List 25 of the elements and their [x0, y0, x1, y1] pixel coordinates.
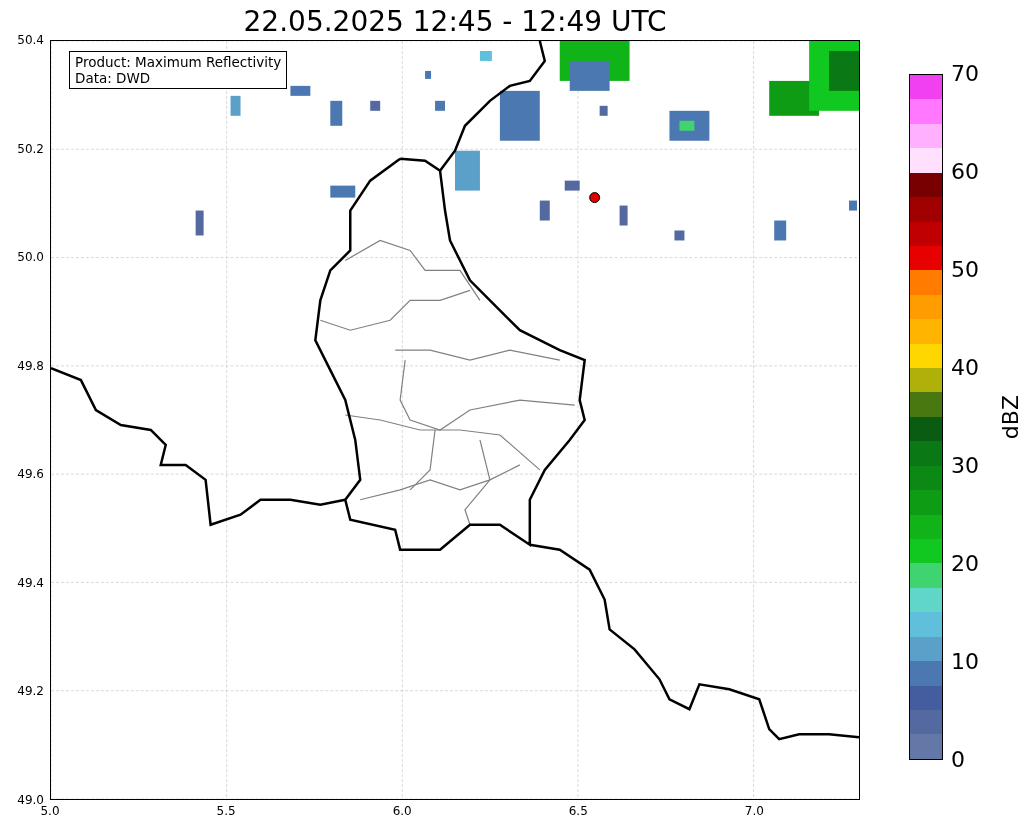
x-tick-label: 5.0 [40, 804, 60, 818]
colorbar-tick-label: 40 [951, 357, 979, 379]
x-tick-label: 7.0 [744, 804, 764, 818]
colorbar-tick-label: 50 [951, 259, 979, 281]
info-text: Data: DWD [75, 70, 152, 86]
y-tick-label: 49.0 [17, 793, 44, 807]
y-tick-label: 50.4 [17, 33, 44, 47]
colorbar-tick-label: 10 [951, 651, 979, 673]
colorbar-tick-label: 60 [951, 161, 979, 183]
y-tick-label: 49.6 [17, 467, 44, 482]
y-tick-label: 50.0 [17, 250, 44, 265]
chart-title: 22.05.2025 12:45 - 12:49 UTC [242, 4, 668, 40]
y-tick-label: 49.8 [17, 358, 44, 373]
info-text: Product: Maximum Reflectivity [75, 54, 282, 70]
x-tick-label: 6.5 [568, 804, 588, 818]
x-tick-label: 6.0 [392, 804, 412, 818]
y-tick-label: 49.4 [17, 575, 44, 590]
colorbar-label: dBZ [999, 394, 1023, 440]
colorbar-tick-label: 0 [951, 749, 966, 771]
x-tick-label: 5.5 [216, 804, 236, 818]
colorbar-tick-label: 20 [951, 553, 979, 575]
y-tick-label: 49.2 [17, 684, 44, 699]
colorbar-tick-label: 30 [951, 455, 979, 477]
colorbar-tick-label: 70 [951, 63, 979, 85]
y-tick-label: 50.2 [17, 141, 44, 156]
